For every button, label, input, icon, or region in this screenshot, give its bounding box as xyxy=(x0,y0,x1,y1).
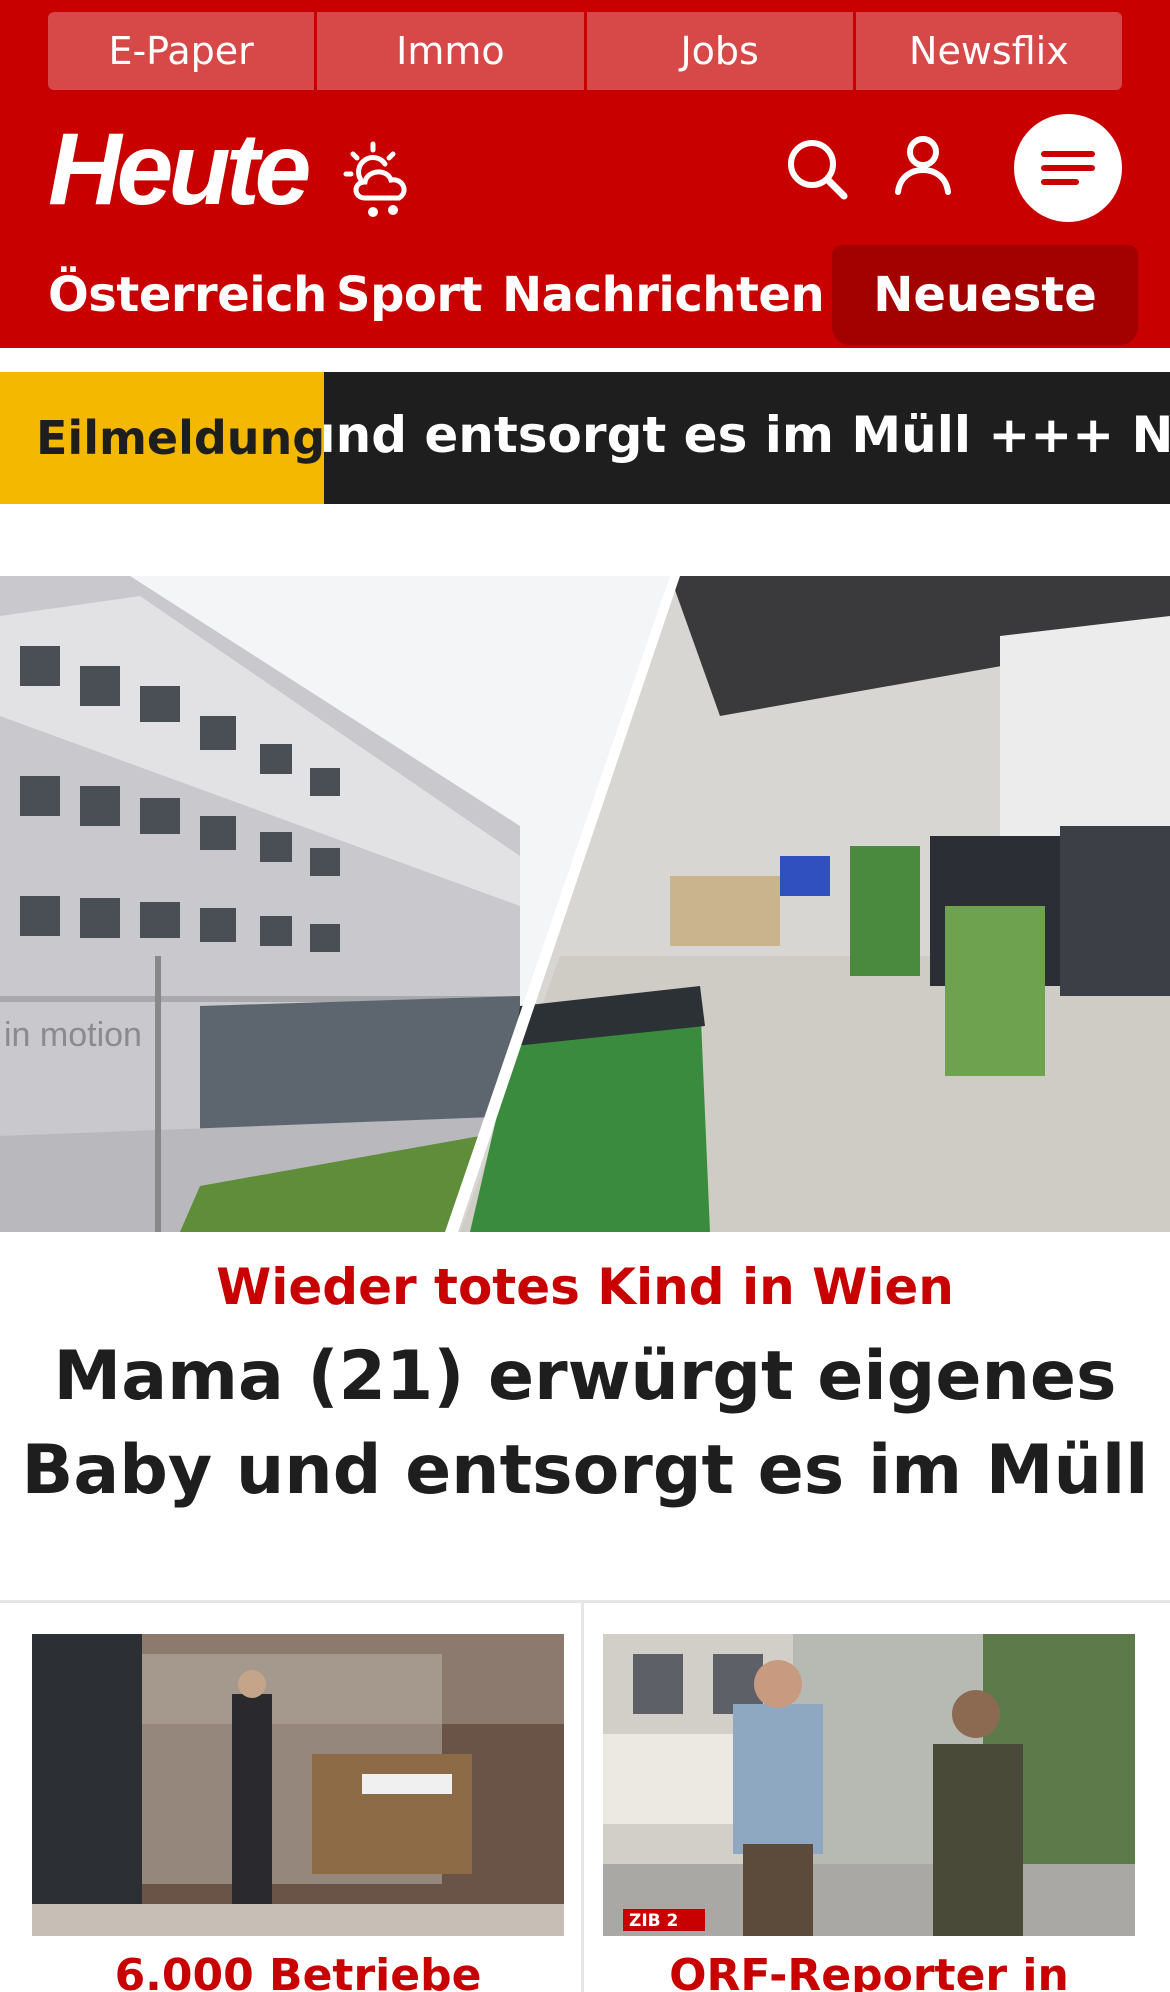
quicklink-jobs[interactable]: Jobs xyxy=(586,12,853,90)
search-icon[interactable] xyxy=(784,136,850,202)
quicklink-immo[interactable]: Immo xyxy=(317,12,584,90)
quicklink-epaper[interactable]: E-Paper xyxy=(48,12,315,90)
teaser-image[interactable]: ZIB 2 xyxy=(603,1634,1135,1936)
quicklinks-bar: E-Paper Immo Jobs Newsflix xyxy=(48,12,1122,90)
column-divider xyxy=(581,1603,584,1992)
breaking-ticker[interactable]: und entsorgt es im Müll +++ Neue Details… xyxy=(0,372,1170,504)
site-logo[interactable]: Heute xyxy=(48,118,311,220)
section-divider xyxy=(0,1600,1170,1603)
nav-item-neueste[interactable]: Neueste xyxy=(832,245,1138,345)
menu-icon xyxy=(1041,151,1095,185)
menu-button[interactable] xyxy=(1014,114,1122,222)
ticker-text: und entsorgt es im Müll +++ Neue Details… xyxy=(300,406,1170,464)
teaser-image-badge: ZIB 2 xyxy=(629,1911,678,1931)
account-icon[interactable] xyxy=(890,134,956,200)
hero-image-watermark: in motion xyxy=(4,1016,142,1054)
teaser-kicker[interactable]: 6.000 Betriebe xyxy=(32,1950,564,1992)
teaser-image[interactable] xyxy=(32,1634,564,1936)
hero-image[interactable]: in motion xyxy=(0,576,1170,1232)
teaser-card[interactable]: ZIB 2 ORF-Reporter in xyxy=(603,1634,1135,1992)
ticker-label: Eilmeldung xyxy=(0,372,325,504)
nav-item-nachrichten[interactable]: Nachrichten xyxy=(502,267,825,323)
hero-headline[interactable]: Mama (21) erwürgt eigenes Baby und entso… xyxy=(20,1330,1150,1518)
weather-snow-cloud-icon[interactable] xyxy=(343,140,427,224)
nav-item-oesterreich[interactable]: Österreich xyxy=(48,267,327,323)
quicklink-newsflix[interactable]: Newsflix xyxy=(855,12,1122,90)
main-nav: Österreich Sport Nachrichten Neueste xyxy=(0,245,1170,345)
teaser-card[interactable]: 6.000 Betriebe xyxy=(32,1634,564,1992)
nav-item-sport[interactable]: Sport xyxy=(336,267,483,323)
hero-kicker[interactable]: Wieder totes Kind in Wien xyxy=(0,1258,1170,1316)
teaser-kicker[interactable]: ORF-Reporter in xyxy=(603,1950,1135,1992)
